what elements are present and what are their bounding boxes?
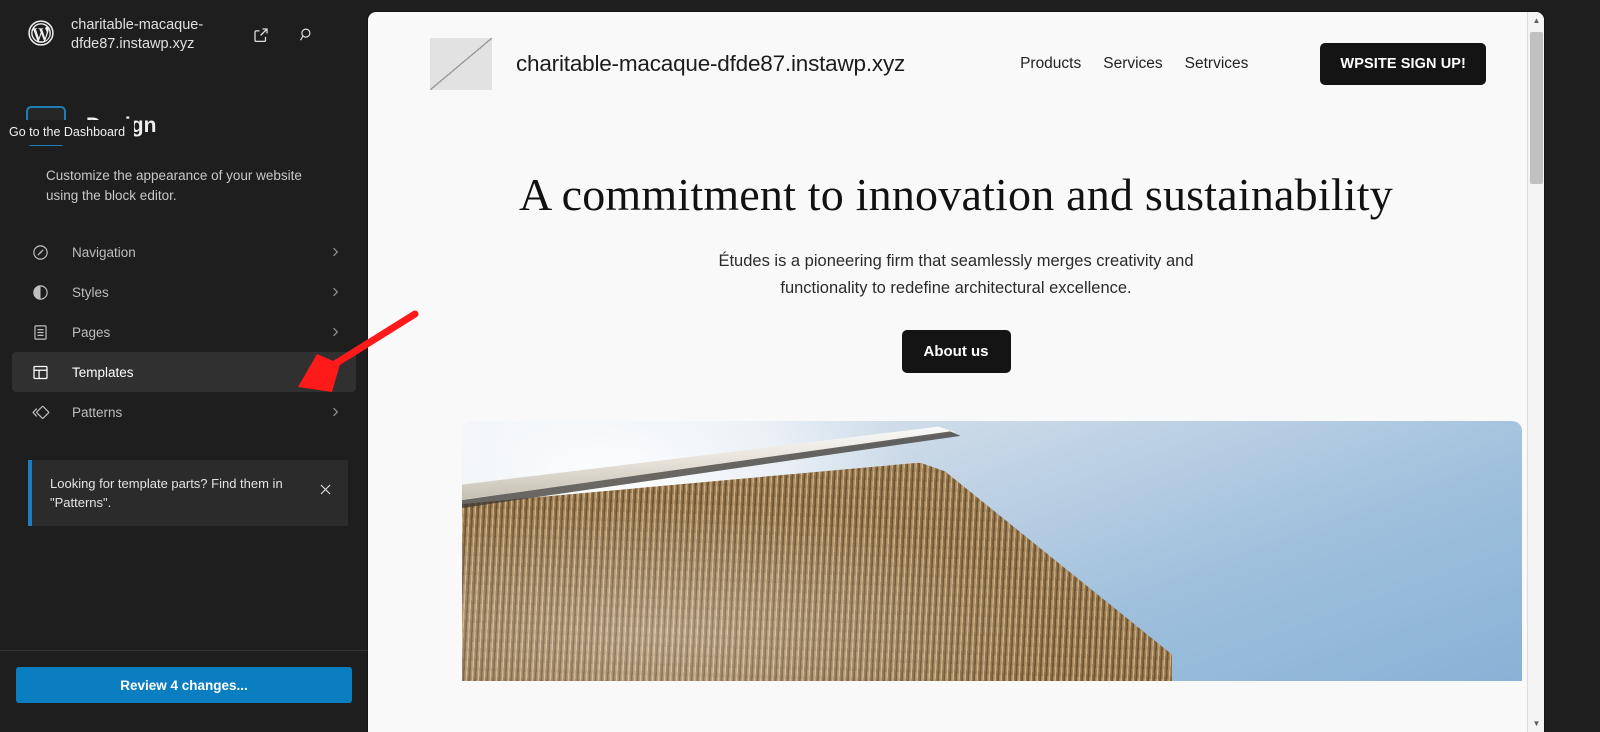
templates-icon	[28, 360, 52, 384]
patterns-icon	[28, 400, 52, 424]
navigation-icon	[28, 240, 52, 264]
wordpress-site-editor: charitable-macaque-dfde87.instawp.xyz Cu…	[0, 0, 1600, 732]
sidebar-item-label: Styles	[72, 284, 109, 300]
triangle-up-icon[interactable]: ▲	[1528, 12, 1544, 29]
sidebar-item-label: Templates	[72, 364, 134, 380]
hero-architecture-image	[462, 421, 1522, 681]
preview-scrollbar[interactable]: ▲ ▼	[1527, 12, 1544, 732]
hero-title: A commitment to innovation and sustainab…	[519, 169, 1393, 220]
sidebar-item-pages[interactable]: Pages	[12, 312, 356, 352]
sidebar-item-navigation[interactable]: Navigation	[12, 232, 356, 272]
chevron-right-icon	[328, 405, 342, 419]
sidebar-footer: Review 4 changes...	[0, 650, 368, 732]
back-button-tooltip: Go to the Dashboard	[0, 120, 135, 145]
chevron-right-icon	[328, 365, 342, 379]
sidebar-nav-list: Navigation Styles Pages Templates Patter…	[0, 232, 368, 432]
sidebar-item-label: Patterns	[72, 404, 123, 420]
sidebar-item-templates[interactable]: Templates	[12, 352, 356, 392]
chevron-right-icon	[328, 245, 342, 259]
preview-area: charitable-macaque-dfde87.instawp.xyz Pr…	[368, 0, 1600, 732]
notice-text: Looking for template parts? Find them in…	[50, 476, 283, 510]
styles-icon	[28, 280, 52, 304]
review-changes-button[interactable]: Review 4 changes...	[16, 667, 352, 703]
sidebar-item-label: Pages	[72, 324, 111, 340]
hero-subtitle: Études is a pioneering firm that seamles…	[718, 252, 1194, 297]
pages-icon	[28, 320, 52, 344]
sidebar-item-label: Navigation	[72, 244, 136, 260]
broken-image-placeholder-icon	[430, 38, 492, 90]
sidebar-header: Design Customize the appearance of your …	[0, 74, 368, 206]
about-us-button[interactable]: About us	[901, 330, 1011, 373]
nav-link-setrvices[interactable]: Setrvices	[1185, 55, 1249, 73]
close-icon[interactable]	[312, 476, 338, 502]
wpsite-signup-button[interactable]: WPSITE SIGN UP!	[1320, 43, 1486, 85]
search-icon[interactable]	[292, 20, 322, 50]
external-link-icon[interactable]	[246, 20, 276, 50]
sidebar-topbar: charitable-macaque-dfde87.instawp.xyz	[0, 0, 368, 74]
site-preview-canvas[interactable]: charitable-macaque-dfde87.instawp.xyz Pr…	[368, 12, 1544, 732]
preview-site-name: charitable-macaque-dfde87.instawp.xyz	[516, 51, 906, 76]
sidebar-item-patterns[interactable]: Patterns	[12, 392, 356, 432]
preview-hero-section: A commitment to innovation and sustainab…	[368, 98, 1544, 373]
template-parts-notice: Looking for template parts? Find them in…	[28, 460, 348, 526]
scrollbar-thumb[interactable]	[1530, 32, 1543, 184]
roof-slats	[462, 462, 1173, 681]
nav-link-products[interactable]: Products	[1020, 55, 1081, 73]
preview-site-header: charitable-macaque-dfde87.instawp.xyz Pr…	[368, 12, 1544, 98]
preview-site-nav: Products Services Setrvices WPSITE SIGN …	[1020, 43, 1486, 85]
sidebar-description: Customize the appearance of your website…	[46, 168, 302, 203]
chevron-right-icon	[328, 285, 342, 299]
sidebar-top-actions	[246, 20, 322, 50]
nav-link-services[interactable]: Services	[1103, 55, 1162, 73]
triangle-down-icon[interactable]: ▼	[1528, 715, 1544, 732]
wordpress-logo-icon[interactable]	[28, 20, 54, 46]
sidebar-site-title: charitable-macaque-dfde87.instawp.xyz	[71, 17, 204, 52]
editor-sidebar: charitable-macaque-dfde87.instawp.xyz Cu…	[0, 0, 368, 732]
building-roof	[462, 462, 1173, 681]
chevron-right-icon	[328, 325, 342, 339]
sidebar-item-styles[interactable]: Styles	[12, 272, 356, 312]
